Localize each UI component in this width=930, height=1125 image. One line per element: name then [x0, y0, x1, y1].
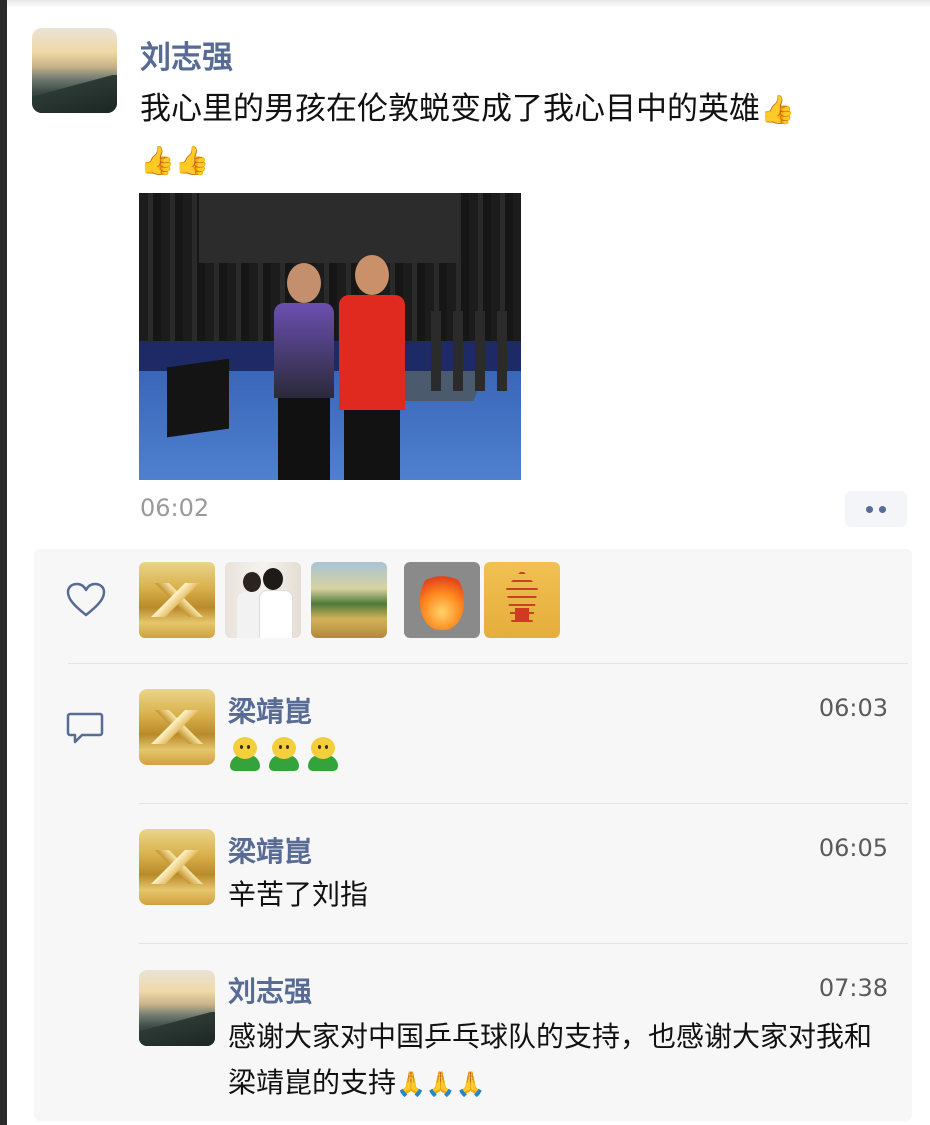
chick-emoji-icon [306, 737, 340, 773]
thumbs-up-icon: 👍 [760, 93, 795, 126]
comment-author-name[interactable]: 梁靖崑 [228, 830, 312, 870]
comment-icon [66, 712, 104, 744]
comment-time: 06:03 [818, 694, 888, 722]
chick-emoji-icon [267, 737, 301, 773]
post-author-name[interactable]: 刘志强 [140, 32, 233, 77]
thumbs-up-icon: 👍 [140, 144, 175, 177]
more-dot-icon [879, 506, 886, 513]
post-text-body: 我心里的男孩在伦敦蜕变成了我心目中的英雄 [140, 91, 760, 127]
comment-time: 07:38 [818, 974, 888, 1002]
post-author-avatar[interactable] [32, 28, 117, 113]
comment-avatar[interactable] [139, 970, 215, 1046]
comment-divider [139, 803, 908, 804]
left-edge-strip [0, 0, 7, 1125]
post-photo[interactable] [139, 193, 521, 480]
pray-icon: 🙏 [455, 1070, 486, 1098]
comment-text: 辛苦了刘指 [228, 878, 369, 911]
liker-avatar[interactable] [311, 562, 387, 638]
comment-text-wrap: 感谢大家对中国乒乓球队的支持，也感谢大家对我和梁靖崑的支持🙏🙏🙏 [228, 1014, 893, 1107]
post-text: 我心里的男孩在伦敦蜕变成了我心目中的英雄👍 👍👍 [140, 84, 910, 186]
comment-avatar[interactable] [139, 689, 215, 765]
likes-divider [68, 663, 908, 664]
photo-background-people [431, 311, 511, 391]
post-time: 06:02 [140, 494, 210, 522]
liker-avatar[interactable] [225, 562, 301, 638]
photo-ceiling [199, 193, 459, 263]
comment-author-name[interactable]: 刘志强 [228, 970, 312, 1010]
liker-avatar[interactable] [139, 562, 215, 638]
more-actions-button[interactable] [845, 491, 907, 527]
heart-icon [66, 582, 106, 617]
photo-scoreboard [167, 358, 229, 438]
comment-text: 感谢大家对中国乒乓球队的支持，也感谢大家对我和梁靖崑的支持 [228, 1020, 873, 1099]
photo-person-right [339, 255, 405, 480]
thumbs-up-icon: 👍 [174, 144, 210, 177]
liker-avatar[interactable] [484, 562, 560, 638]
pray-icon: 🙏 [425, 1070, 456, 1098]
comment-author-name[interactable]: 梁靖崑 [228, 690, 312, 730]
comment-avatar[interactable] [139, 829, 215, 905]
liker-avatar[interactable] [404, 562, 480, 638]
comment-time: 06:05 [818, 834, 888, 862]
comment-divider [139, 943, 908, 944]
photo-person-left [274, 263, 334, 480]
more-dot-icon [866, 506, 873, 513]
chick-emoji-icon [228, 737, 262, 773]
pray-icon: 🙏 [396, 1070, 426, 1098]
top-shade [7, 0, 930, 8]
